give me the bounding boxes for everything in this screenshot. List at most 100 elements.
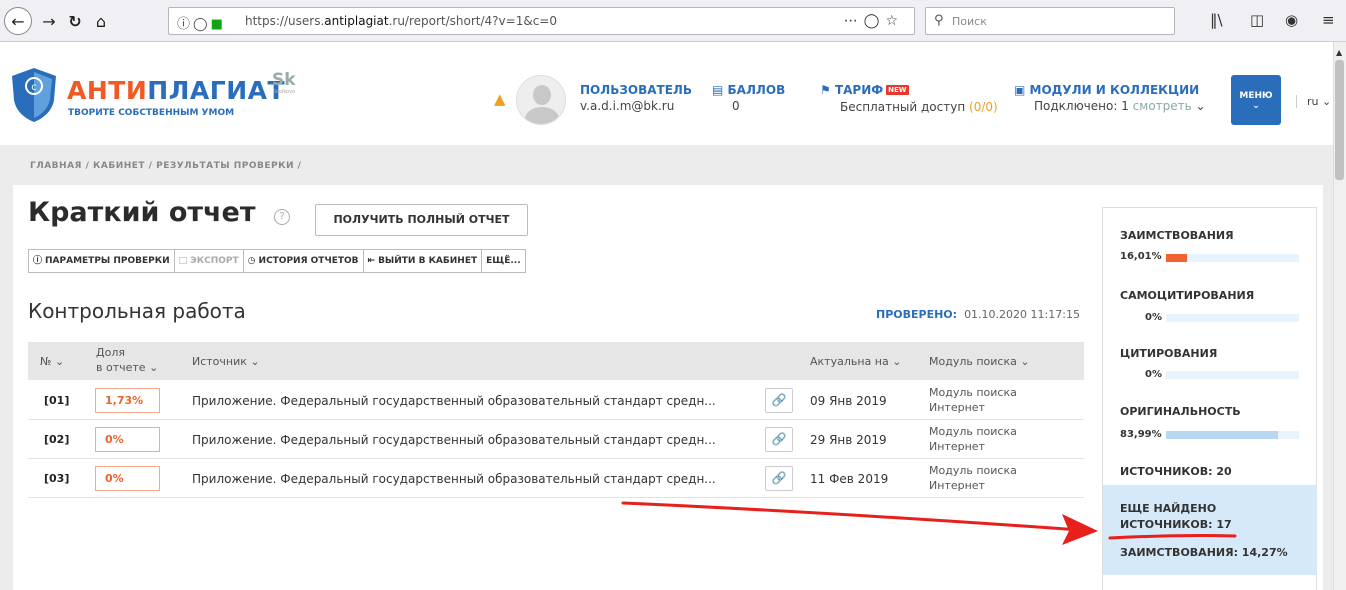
more-found-line2: ИСТОЧНИКОВ: 17 (1120, 518, 1232, 531)
breadcrumb[interactable]: ГЛАВНАЯ / КАБИНЕТ / РЕЗУЛЬТАТЫ ПРОВЕРКИ … (30, 161, 301, 171)
link-icon[interactable]: 🔗 (765, 388, 793, 413)
search-icon: ⚲ (934, 13, 944, 28)
table-row[interactable]: [01] 1,73% Приложение. Федеральный госуд… (28, 381, 1084, 420)
row-share: 1,73% (95, 388, 160, 413)
library-icon[interactable]: ‖\ (1210, 11, 1223, 29)
antiplagiat-logo-icon[interactable]: c (10, 66, 58, 124)
language-select[interactable]: ru ⌄ (1296, 95, 1331, 108)
row-source[interactable]: Приложение. Федеральный государственный … (192, 394, 716, 408)
column-module-label: Модуль поиска (929, 355, 1017, 368)
url-host: antiplagiat (324, 14, 389, 28)
modules-value-text: Подключено: 1 (1034, 99, 1129, 113)
url-text[interactable]: https://users.antiplagiat.ru/report/shor… (245, 14, 557, 28)
export-icon: □ (178, 256, 188, 266)
column-actual[interactable]: Актуальна на ⌄ (810, 355, 901, 368)
row-module-line1: Модуль поиска (929, 425, 1017, 438)
column-num[interactable]: № ⌄ (40, 355, 64, 368)
exit-to-cabinet-button[interactable]: ⇤ ВЫЙТИ В КАБИНЕТ (364, 250, 483, 272)
tariff-value-text: Бесплатный доступ (840, 100, 966, 114)
check-params-label: ПАРАМЕТРЫ ПРОВЕРКИ (45, 256, 170, 266)
account-icon[interactable]: ◉ (1285, 11, 1298, 29)
sidebar-icon[interactable]: ◫ (1250, 11, 1264, 29)
selfcite-bar (1166, 314, 1299, 322)
check-params-button[interactable]: ⓘ ПАРАМЕТРЫ ПРОВЕРКИ (29, 250, 175, 272)
borrowings-bar (1166, 254, 1299, 262)
row-source[interactable]: Приложение. Федеральный государственный … (192, 433, 716, 447)
info-icon: ⓘ (33, 256, 43, 266)
export-button[interactable]: □ ЭКСПОРТ (175, 250, 244, 272)
chevron-down-icon: ⌄ (1020, 355, 1030, 368)
modules-view-link[interactable]: смотреть (1133, 99, 1192, 113)
more-button[interactable]: ЕЩЁ... (482, 250, 524, 272)
page-actions[interactable]: ⋯◯☆ (844, 13, 904, 29)
menu-button[interactable]: МЕНЮ ⌄ (1231, 75, 1281, 125)
row-module: Модуль поиска Интернет (929, 424, 1017, 454)
chevron-down-icon: ⌄ (250, 355, 260, 368)
column-module[interactable]: Модуль поиска ⌄ (929, 355, 1030, 368)
scroll-up-icon[interactable]: ▲ (1336, 48, 1342, 57)
column-source-label: Источник (192, 355, 247, 368)
exit-icon: ⇤ (367, 256, 376, 266)
bell-icon[interactable]: ▲ (494, 90, 506, 108)
borrowings-label[interactable]: ЗАИМСТВОВАНИЯ (1120, 229, 1234, 242)
browser-toolbar: ← → ↻ ⌂ ⓘ◯■ https://users.antiplagiat.ru… (0, 0, 1346, 42)
pocket-icon[interactable]: ◯ (864, 13, 886, 29)
search-input[interactable]: ⚲ Поиск (925, 7, 1175, 35)
selfcite-label[interactable]: САМОЦИТИРОВАНИЯ (1120, 289, 1254, 302)
row-source[interactable]: Приложение. Федеральный государственный … (192, 472, 716, 486)
row-module-line2: Интернет (929, 479, 985, 492)
report-history-button[interactable]: ◷ ИСТОРИЯ ОТЧЕТОВ (244, 250, 364, 272)
table-row[interactable]: [03] 0% Приложение. Федеральный государс… (28, 459, 1084, 498)
column-share[interactable]: Доля в отчете ⌄ (96, 345, 158, 375)
reload-icon[interactable]: ↻ (62, 8, 88, 34)
tariff-label[interactable]: ⚑ ТАРИФ NEW (820, 83, 909, 97)
row-date: 29 Янв 2019 (810, 433, 887, 447)
site-info-icon[interactable]: ⓘ◯■ (177, 13, 226, 32)
chevron-down-icon[interactable]: ⌄ (1192, 99, 1206, 113)
checked-label: ПРОВЕРЕНО: (876, 308, 958, 321)
modules-label-text: МОДУЛИ И КОЛЛЕКЦИИ (1029, 83, 1200, 97)
row-share: 0% (95, 427, 160, 452)
column-num-label: № (40, 355, 52, 368)
link-icon[interactable]: 🔗 (765, 427, 793, 452)
table-row[interactable]: [02] 0% Приложение. Федеральный государс… (28, 420, 1084, 459)
cite-value: 0% (1145, 369, 1162, 380)
page-title: Краткий отчет (28, 197, 256, 228)
column-source[interactable]: Источник ⌄ (192, 355, 260, 368)
url-bar[interactable]: ⓘ◯■ https://users.antiplagiat.ru/report/… (168, 7, 915, 35)
originality-label[interactable]: ОРИГИНАЛЬНОСТЬ (1120, 405, 1241, 418)
url-prefix: https://users. (245, 14, 325, 28)
star-icon[interactable]: ☆ (885, 13, 904, 29)
checked-date: ПРОВЕРЕНО: 01.10.2020 11:17:15 (876, 308, 1080, 321)
row-module-line1: Модуль поиска (929, 464, 1017, 477)
chevron-down-icon: ⌄ (1322, 95, 1332, 108)
cite-label[interactable]: ЦИТИРОВАНИЯ (1120, 347, 1217, 360)
menu-icon[interactable]: ≡ (1322, 11, 1335, 29)
forward-icon[interactable]: → (36, 8, 62, 34)
exit-to-cabinet-label: ВЫЙТИ В КАБИНЕТ (378, 256, 478, 266)
link-icon[interactable]: 🔗 (765, 466, 793, 491)
row-module: Модуль поиска Интернет (929, 385, 1017, 415)
column-share-line2: в отчете (96, 361, 146, 374)
chevron-down-icon: ⌄ (1252, 101, 1260, 111)
coins-icon: ▤ (712, 83, 728, 97)
home-icon[interactable]: ⌂ (88, 8, 114, 34)
get-full-report-button[interactable]: ПОЛУЧИТЬ ПОЛНЫЙ ОТЧЕТ (315, 204, 528, 236)
more-icon[interactable]: ⋯ (844, 13, 864, 29)
avatar[interactable] (516, 75, 566, 125)
tag-icon: ⚑ (820, 83, 835, 97)
back-icon[interactable]: ← (4, 7, 32, 35)
scrollbar-thumb[interactable] (1335, 60, 1344, 180)
new-badge: NEW (886, 85, 909, 95)
svg-text:c: c (31, 82, 37, 93)
more-label: ЕЩЁ... (486, 256, 521, 266)
sources-count[interactable]: ИСТОЧНИКОВ: 20 (1120, 465, 1232, 478)
row-module-line2: Интернет (929, 440, 985, 453)
help-icon[interactable]: ? (274, 209, 290, 225)
logo-title[interactable]: АНТИПЛАГИАТ (67, 76, 285, 105)
originality-bar-fill (1166, 431, 1278, 439)
borrowings-bar-fill (1166, 254, 1188, 262)
points-label[interactable]: ▤ БАЛЛОВ (712, 83, 785, 97)
modules-label[interactable]: ▣ МОДУЛИ И КОЛЛЕКЦИИ (1014, 83, 1199, 97)
user-label[interactable]: ПОЛЬЗОВАТЕЛЬ (580, 83, 692, 97)
